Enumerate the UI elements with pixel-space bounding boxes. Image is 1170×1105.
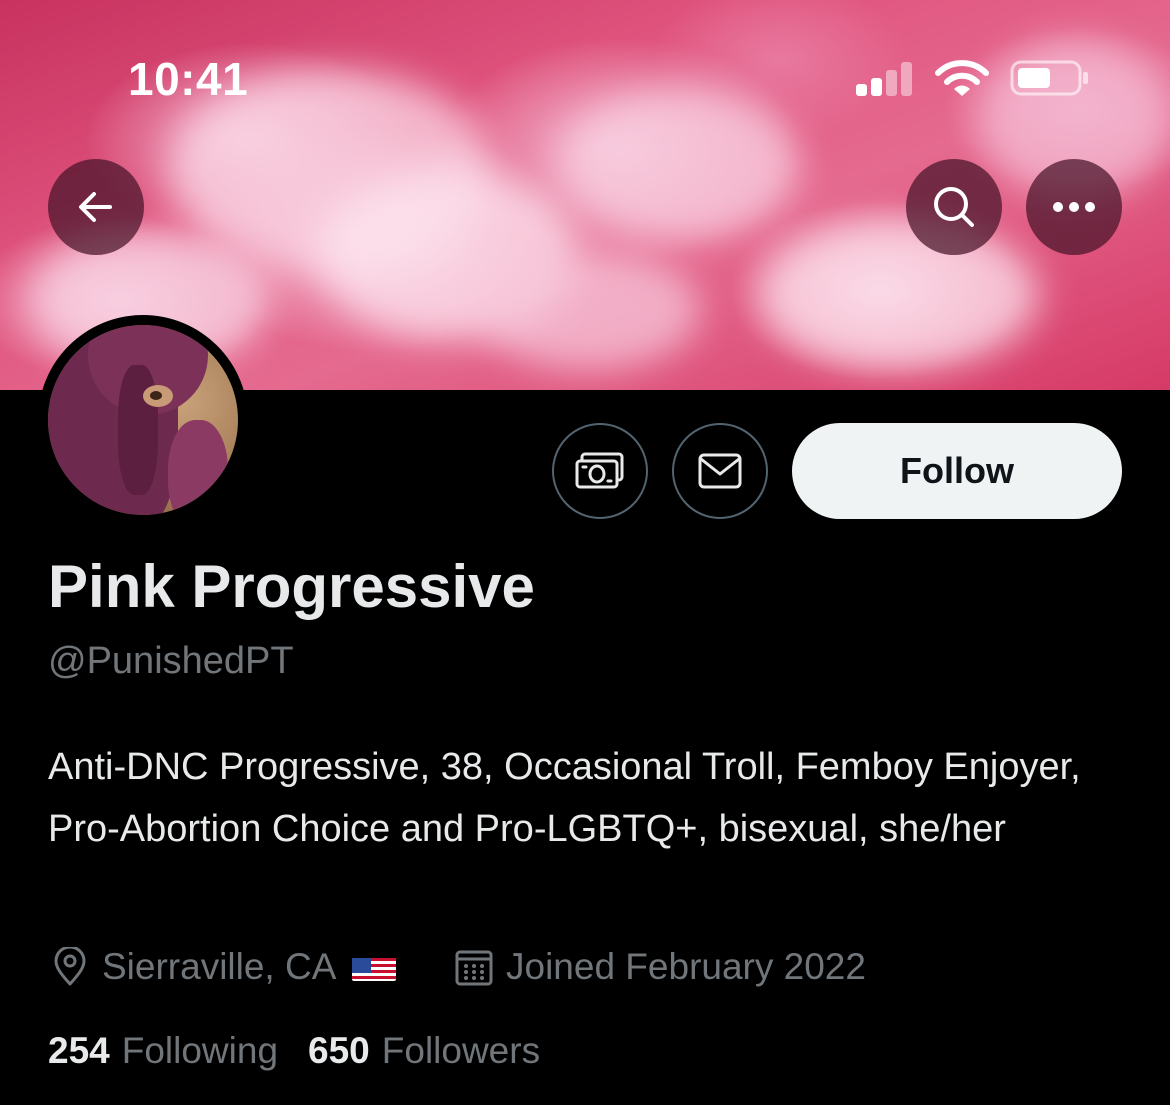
banner-cloud: [480, 250, 700, 370]
location-text: Sierraville, CA: [102, 946, 337, 987]
more-horizontal-icon: [1053, 202, 1095, 212]
following-link[interactable]: 254 Following: [48, 1030, 278, 1072]
display-name: Pink Progressive: [48, 553, 535, 620]
envelope-icon: [698, 453, 742, 489]
status-bar-time: 10:41: [128, 53, 249, 105]
back-button[interactable]: [48, 159, 144, 255]
location-info: Sierraville, CA: [50, 944, 397, 990]
followers-label: Followers: [381, 1030, 541, 1071]
follow-button[interactable]: Follow: [792, 423, 1122, 519]
us-flag-icon: [352, 953, 397, 981]
search-button[interactable]: [906, 159, 1002, 255]
tip-button[interactable]: [552, 423, 648, 519]
cellular-signal-icon: [856, 60, 916, 96]
banner-cloud: [760, 220, 1040, 370]
banner-cloud: [560, 90, 800, 240]
followers-link[interactable]: 650 Followers: [308, 1030, 540, 1072]
join-date-text: Joined February 2022: [506, 946, 866, 987]
follow-stats: 254 Following 650 Followers: [48, 1030, 570, 1072]
money-icon: [575, 452, 624, 489]
calendar-icon: [455, 950, 493, 986]
profile-avatar[interactable]: [38, 315, 248, 525]
message-button[interactable]: [672, 423, 768, 519]
more-options-button[interactable]: [1026, 159, 1122, 255]
arrow-left-icon: [79, 192, 112, 222]
username-handle: @PunishedPT: [48, 640, 294, 682]
following-label: Following: [121, 1030, 279, 1071]
location-pin-icon: [54, 947, 86, 986]
following-count: 254: [48, 1030, 110, 1071]
join-date-info: Joined February 2022: [454, 944, 866, 990]
followers-count: 650: [308, 1030, 370, 1071]
wifi-icon: [935, 60, 989, 96]
profile-bio: Anti-DNC Progressive, 38, Occasional Tro…: [48, 746, 1081, 850]
search-icon: [934, 187, 974, 227]
battery-icon: [1010, 60, 1088, 96]
avatar-image: [48, 325, 238, 515]
